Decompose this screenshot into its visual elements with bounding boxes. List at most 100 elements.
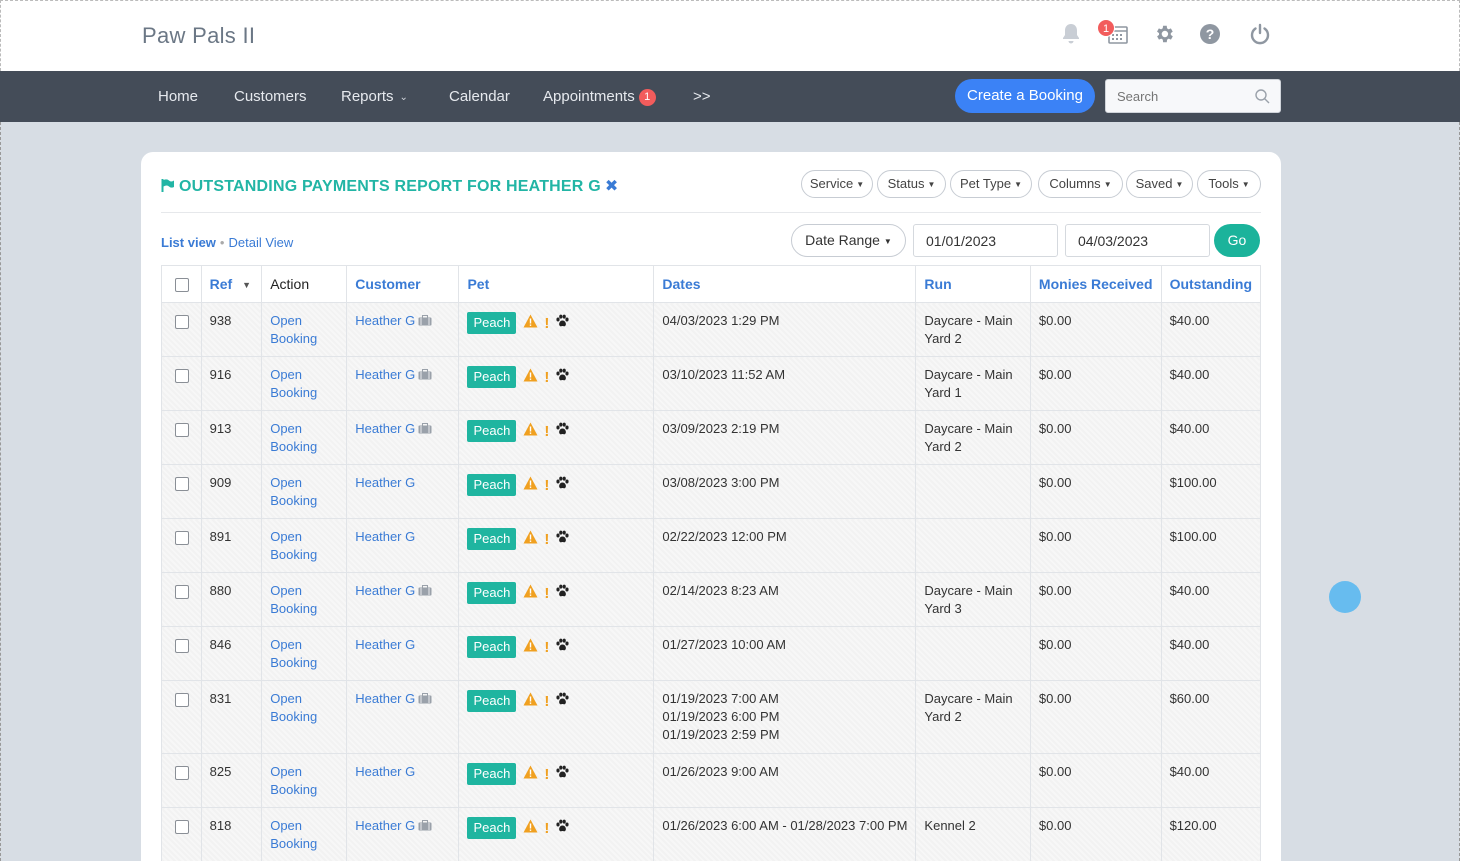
open-booking-link[interactable]: Open [270, 366, 338, 384]
pet-badge[interactable]: Peach [467, 763, 517, 785]
open-booking-link[interactable]: Booking [270, 330, 338, 348]
open-booking-link[interactable]: Open [270, 312, 338, 330]
open-booking-link[interactable]: Open [270, 528, 338, 546]
filter-status[interactable]: Status ▼ [877, 170, 946, 198]
filter-tools[interactable]: Tools ▼ [1197, 170, 1261, 198]
customer-link[interactable]: Heather G [355, 818, 415, 833]
customer-link[interactable]: Heather G [355, 421, 415, 436]
open-booking-link[interactable]: Open [270, 474, 338, 492]
paw-icon[interactable] [555, 314, 570, 333]
open-booking-link[interactable]: Booking [270, 600, 338, 618]
warning-icon[interactable] [523, 368, 538, 387]
nav-calendar[interactable]: Calendar [449, 88, 510, 105]
row-checkbox[interactable] [175, 422, 189, 437]
search-icon[interactable] [1255, 89, 1270, 109]
detail-view-link[interactable]: Detail View [228, 235, 293, 250]
open-booking-link[interactable]: Booking [270, 438, 338, 456]
col-pet[interactable]: Pet [458, 265, 655, 303]
row-checkbox[interactable] [175, 692, 189, 707]
customer-link[interactable]: Heather G [355, 529, 415, 544]
warning-icon[interactable] [523, 422, 538, 441]
row-checkbox[interactable] [175, 314, 189, 329]
open-booking-link[interactable]: Booking [270, 708, 338, 726]
open-booking-link[interactable]: Booking [270, 781, 338, 799]
open-booking-link[interactable]: Booking [270, 492, 338, 510]
warning-icon[interactable] [523, 530, 538, 549]
nav-appointments[interactable]: Appointments 1 [543, 88, 656, 106]
nav-customers[interactable]: Customers [234, 88, 307, 105]
warning-icon[interactable] [523, 476, 538, 495]
col-ref[interactable]: Ref ▼ [200, 265, 263, 303]
open-booking-link[interactable]: Open [270, 636, 338, 654]
warning-icon[interactable] [523, 584, 538, 603]
nav-more[interactable]: >> [693, 88, 711, 105]
customer-link[interactable]: Heather G [355, 764, 415, 779]
nav-home[interactable]: Home [158, 88, 198, 105]
alert-icon[interactable]: ! [544, 424, 549, 439]
alert-icon[interactable]: ! [544, 586, 549, 601]
open-booking-link[interactable]: Open [270, 763, 338, 781]
filter-saved[interactable]: Saved ▼ [1126, 170, 1193, 198]
go-button[interactable]: Go [1214, 224, 1260, 257]
paw-icon[interactable] [555, 530, 570, 549]
col-dates[interactable]: Dates [653, 265, 917, 303]
pet-badge[interactable]: Peach [467, 312, 517, 334]
search-input[interactable] [1106, 80, 1246, 112]
warning-icon[interactable] [523, 819, 538, 838]
select-all-checkbox[interactable] [175, 278, 189, 293]
pet-badge[interactable]: Peach [467, 366, 517, 388]
row-checkbox[interactable] [175, 819, 189, 834]
customer-link[interactable]: Heather G [355, 583, 415, 598]
filter-pet-type[interactable]: Pet Type ▼ [950, 170, 1032, 198]
col-monies-received[interactable]: Monies Received [1029, 265, 1162, 303]
col-outstanding[interactable]: Outstanding [1160, 265, 1262, 303]
paw-icon[interactable] [555, 584, 570, 603]
alert-icon[interactable]: ! [544, 478, 549, 493]
pet-badge[interactable]: Peach [467, 817, 517, 839]
col-run[interactable]: Run [915, 265, 1031, 303]
paw-icon[interactable] [555, 368, 570, 387]
pet-badge[interactable]: Peach [467, 528, 517, 550]
warning-icon[interactable] [523, 638, 538, 657]
open-booking-link[interactable]: Open [270, 690, 338, 708]
customer-link[interactable]: Heather G [355, 367, 415, 382]
pet-badge[interactable]: Peach [467, 420, 517, 442]
alert-icon[interactable]: ! [544, 767, 549, 782]
paw-icon[interactable] [555, 819, 570, 838]
alert-icon[interactable]: ! [544, 370, 549, 385]
app-title[interactable]: Paw Pals II [142, 23, 255, 49]
paw-icon[interactable] [555, 765, 570, 784]
pet-badge[interactable]: Peach [467, 474, 517, 496]
date-range-dropdown[interactable]: Date Range ▼ [791, 224, 906, 257]
alert-icon[interactable]: ! [544, 532, 549, 547]
open-booking-link[interactable]: Booking [270, 546, 338, 564]
create-booking-button[interactable]: Create a Booking [955, 79, 1095, 113]
alert-icon[interactable]: ! [544, 640, 549, 655]
col-customer[interactable]: Customer [346, 265, 460, 303]
open-booking-link[interactable]: Booking [270, 384, 338, 402]
open-booking-link[interactable]: Booking [270, 835, 338, 853]
customer-link[interactable]: Heather G [355, 637, 415, 652]
close-icon[interactable]: ✖ [605, 178, 619, 195]
open-booking-link[interactable]: Booking [270, 654, 338, 672]
warning-icon[interactable] [523, 765, 538, 784]
paw-icon[interactable] [555, 638, 570, 657]
open-booking-link[interactable]: Open [270, 817, 338, 835]
date-from-input[interactable] [913, 224, 1058, 257]
open-booking-link[interactable]: Open [270, 582, 338, 600]
bell-icon[interactable] [1058, 21, 1084, 47]
customer-link[interactable]: Heather G [355, 475, 415, 490]
row-checkbox[interactable] [175, 638, 189, 653]
row-checkbox[interactable] [175, 584, 189, 599]
date-to-input[interactable] [1065, 224, 1210, 257]
row-checkbox[interactable] [175, 765, 189, 780]
row-checkbox[interactable] [175, 530, 189, 545]
customer-link[interactable]: Heather G [355, 691, 415, 706]
pet-badge[interactable]: Peach [467, 690, 517, 712]
pet-badge[interactable]: Peach [467, 582, 517, 604]
customer-link[interactable]: Heather G [355, 313, 415, 328]
list-view-link[interactable]: List view [161, 235, 216, 250]
power-icon[interactable] [1247, 21, 1273, 47]
pet-badge[interactable]: Peach [467, 636, 517, 658]
alert-icon[interactable]: ! [544, 316, 549, 331]
